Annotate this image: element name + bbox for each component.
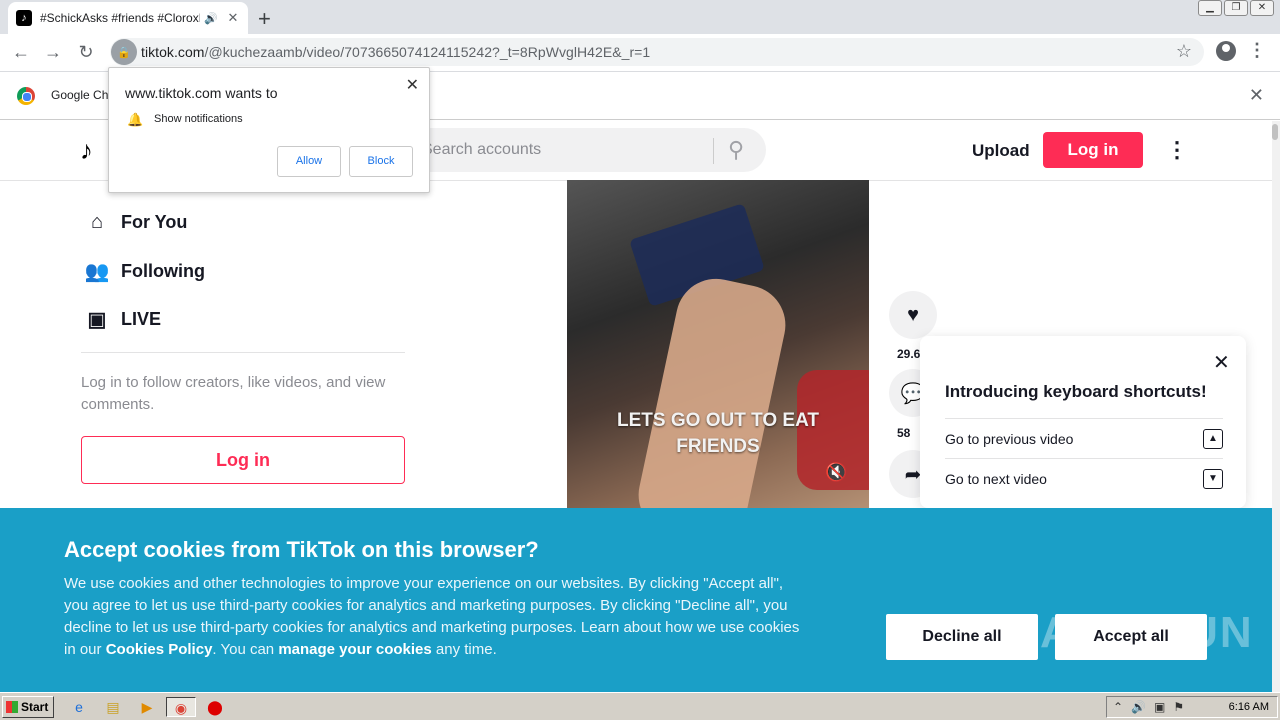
minimize-icon[interactable]: ▁	[1198, 0, 1222, 16]
browser-tab[interactable]: ♪ #SchickAsks #friends #CloroxM 🔊 ✕	[8, 2, 248, 34]
scrollbar-thumb[interactable]	[1272, 124, 1278, 140]
infobar-text: Google Ch	[51, 88, 109, 102]
cookie-banner: Accept cookies from TikTok on this brows…	[0, 508, 1272, 692]
decline-all-button[interactable]: Decline all	[886, 614, 1038, 660]
notification-permission-popup: www.tiktok.com wants to ✕ 🔔 Show notific…	[108, 67, 430, 193]
block-button[interactable]: Block	[349, 146, 413, 177]
search-bar[interactable]: Search accounts ⚲	[408, 128, 766, 172]
header-login-button[interactable]: Log in	[1043, 132, 1143, 168]
permission-item: Show notifications	[154, 113, 243, 125]
home-icon: ⌂	[90, 211, 104, 233]
antivirus-icon[interactable]: ⬤	[204, 697, 226, 717]
shortcuts-close-icon[interactable]: ✕	[1213, 350, 1230, 375]
reload-icon[interactable]: ↻	[75, 42, 97, 63]
back-icon[interactable]: ←	[10, 42, 32, 63]
sidebar-divider	[81, 352, 405, 353]
live-video-icon: ▣	[87, 309, 107, 331]
close-icon[interactable]: ✕	[1250, 0, 1274, 16]
clock: 6:16 AM	[1228, 701, 1269, 713]
cookie-text-2: . You can	[212, 641, 279, 658]
caption-line-1: LETS GO OUT TO EAT	[617, 410, 819, 431]
bell-icon: 🔔	[127, 112, 144, 127]
shortcut-row-next: Go to next video ▼	[945, 458, 1223, 498]
tray-icons[interactable]: ⌃🔊▣⚑	[1113, 700, 1192, 714]
shortcut-label: Go to previous video	[945, 430, 1074, 447]
sidebar-item-live[interactable]: ▣ LIVE	[82, 307, 161, 332]
sidebar-login-note: Log in to follow creators, like videos, …	[81, 374, 386, 413]
speaker-icon[interactable]: 🔊	[204, 12, 218, 25]
permission-title: www.tiktok.com wants to	[125, 85, 278, 101]
folder-icon[interactable]: ▤	[102, 697, 124, 717]
system-tray: ⌃🔊▣⚑ 6:16 AM	[1106, 696, 1278, 718]
internet-explorer-icon[interactable]: e	[68, 697, 90, 717]
video-caption: LETS GO OUT TO EAT FRIENDS	[567, 408, 869, 460]
chrome-icon	[17, 87, 35, 105]
forward-icon[interactable]: →	[42, 42, 64, 63]
permission-close-icon[interactable]: ✕	[406, 75, 419, 95]
restore-icon[interactable]: ❐	[1224, 0, 1248, 16]
account-icon[interactable]	[1216, 41, 1236, 61]
browser-tab-strip: ♪ #SchickAsks #friends #CloroxM 🔊 ✕ + ▁ …	[0, 0, 1280, 34]
tiktok-icon: ♪	[16, 10, 32, 26]
url-path: /@kuchezaamb/video/7073665074124115242?_…	[204, 44, 651, 60]
search-icon[interactable]: ⚲	[728, 137, 744, 163]
bookmark-star-icon[interactable]: ☆	[1176, 41, 1192, 62]
browser-menu-icon[interactable]: ⋮	[1248, 40, 1266, 61]
sidebar-item-label: Following	[121, 261, 205, 281]
sidebar-item-following[interactable]: 👥 Following	[82, 259, 205, 284]
search-divider	[713, 138, 714, 164]
accept-all-button[interactable]: Accept all	[1055, 614, 1207, 660]
tab-close-icon[interactable]: ✕	[226, 10, 240, 26]
video-frame-hand	[631, 271, 793, 508]
url-domain: tiktok.com	[141, 44, 205, 60]
address-bar[interactable]: 🔒 tiktok.com/@kuchezaamb/video/707366507…	[110, 38, 1204, 66]
infobar-close-icon[interactable]: ✕	[1249, 85, 1264, 106]
shortcut-label: Go to next video	[945, 470, 1047, 487]
share-arrow-icon: ➦	[904, 463, 922, 486]
upload-button[interactable]: Upload	[972, 141, 1030, 161]
sidebar-item-label: LIVE	[121, 309, 162, 329]
video-player[interactable]: LETS GO OUT TO EAT FRIENDS 🔇	[567, 180, 869, 508]
tab-title: #SchickAsks #friends #CloroxM	[40, 11, 200, 25]
more-options-icon[interactable]: ⋮	[1166, 137, 1188, 163]
caption-line-2: FRIENDS	[676, 436, 760, 457]
cookies-policy-link[interactable]: Cookies Policy	[106, 641, 213, 658]
chrome-taskbar-icon[interactable]: ◉	[166, 697, 196, 717]
sidebar-item-label: For You	[121, 212, 188, 232]
tiktok-logo-icon[interactable]: ♪	[80, 135, 93, 166]
muted-speaker-icon[interactable]: 🔇	[825, 462, 847, 483]
windows-taskbar: Start e ▤ ▶ ◉ ⬤ ⌃🔊▣⚑ 6:16 AM	[0, 692, 1280, 720]
start-button[interactable]: Start	[2, 696, 54, 718]
manage-cookies-link[interactable]: manage your cookies	[278, 641, 431, 658]
sidebar-item-for-you[interactable]: ⌂ For You	[82, 211, 187, 234]
like-button[interactable]: ♥	[889, 291, 937, 339]
lock-icon[interactable]: 🔒	[111, 39, 137, 65]
arrow-down-key-icon: ▼	[1203, 468, 1223, 489]
arrow-up-key-icon: ▲	[1203, 428, 1223, 449]
sidebar-login-button[interactable]: Log in	[81, 436, 405, 484]
shortcuts-title: Introducing keyboard shortcuts!	[945, 382, 1207, 401]
new-tab-button[interactable]: +	[258, 6, 271, 32]
heart-icon: ♥	[907, 303, 919, 326]
cookie-body: We use cookies and other technologies to…	[64, 573, 804, 661]
cookie-title: Accept cookies from TikTok on this brows…	[64, 537, 539, 562]
people-icon: 👥	[84, 261, 110, 283]
page-scrollbar[interactable]	[1272, 121, 1280, 692]
keyboard-shortcuts-panel: ✕ Introducing keyboard shortcuts! Go to …	[920, 336, 1246, 508]
window-controls: ▁ ❐ ✕	[1198, 0, 1274, 16]
search-input[interactable]: Search accounts	[422, 141, 541, 159]
media-player-icon[interactable]: ▶	[136, 697, 158, 717]
cookie-text-3: any time.	[431, 641, 497, 658]
allow-button[interactable]: Allow	[277, 146, 341, 177]
shortcut-row-previous: Go to previous video ▲	[945, 418, 1223, 458]
url-text[interactable]: tiktok.com/@kuchezaamb/video/70736650741…	[141, 44, 650, 60]
